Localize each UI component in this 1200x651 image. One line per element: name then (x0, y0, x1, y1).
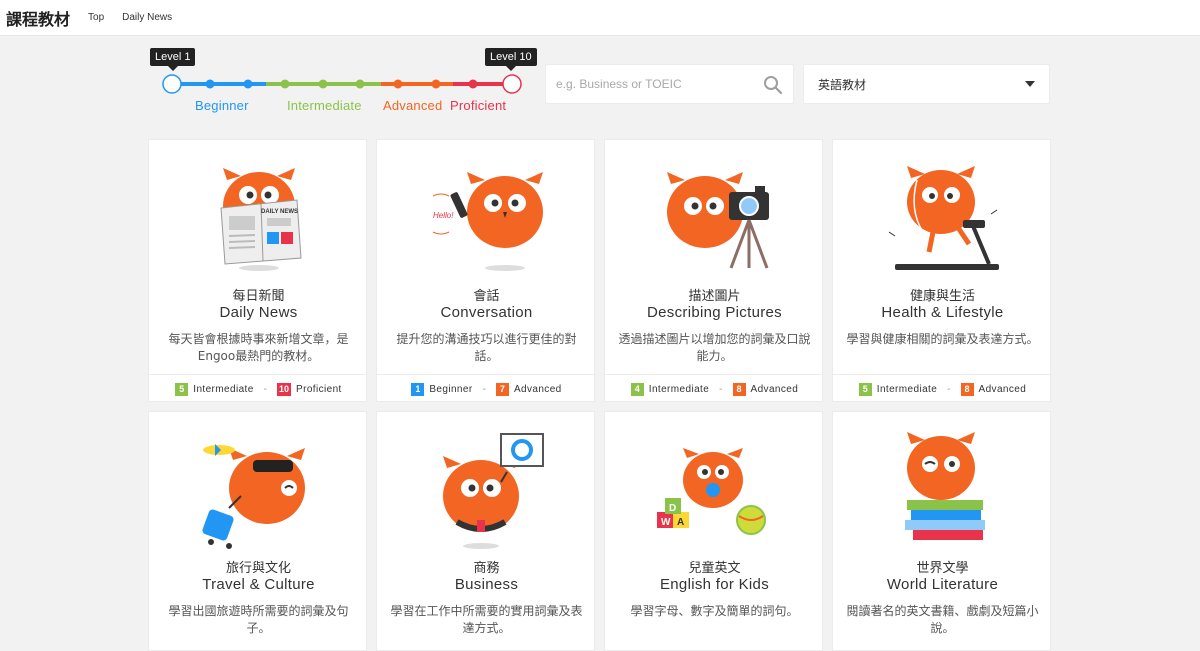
owl-newspaper-illustration: DAILY NEWS (220, 168, 302, 271)
course-description: 提升您的溝通技巧以進行更佳的對話。 (396, 332, 577, 363)
course-title-zh: 健康與生活 (909, 289, 975, 304)
svg-text:DAILY NEWS: DAILY NEWS (261, 209, 298, 215)
course-card-conversation[interactable]: Hello! 會話 Conversation 提升您的溝通技巧以進行更佳的對話。… (376, 139, 596, 403)
level-label: Advanced (513, 383, 562, 395)
course-title-zh: 兒童英文 (688, 561, 741, 576)
owl-phone-illustration: Hello! (432, 172, 543, 271)
language-select-value: 英語教材 (818, 77, 867, 92)
course-title-en: Health & Lifestyle (881, 304, 1004, 321)
course-card-daily-news[interactable]: DAILY NEWS 每日新聞 Daily News 每天皆會根據時事來新增文章… (148, 139, 368, 403)
course-title-en: Describing Pictures (647, 304, 782, 321)
level-badge: 4 (630, 382, 644, 396)
owl-books-illustration (905, 432, 985, 540)
course-title-en: Travel & Culture (202, 576, 315, 593)
course-card-english-for-kids[interactable]: W A D 兒童英文 English for Kids 學習字母、數字及簡單的詞… (604, 411, 823, 651)
course-title-en: Daily News (219, 304, 298, 321)
course-description: 每天皆會根據時事來新增文章，是Engoo最熱門的教材。 (168, 332, 349, 363)
course-card-health-lifestyle[interactable]: 健康與生活 Health & Lifestyle 學習與健康相關的詞彙及表達方式… (832, 139, 1052, 403)
course-card-describing-pictures[interactable]: 描述圖片 Describing Pictures 透過描述圖片以增加您的詞彙及口… (604, 139, 824, 403)
owl-camera-illustration (667, 172, 769, 269)
course-level-range: 1 Beginner - 7 Advanced (377, 374, 596, 403)
course-level-range: 4 Intermediate - 8 Advanced (605, 374, 824, 403)
level-badge: 1 (411, 382, 425, 396)
course-title-en: World Literature (886, 576, 999, 593)
stage-label-advanced: Advanced (383, 98, 443, 113)
chevron-down-icon (1025, 81, 1035, 87)
course-title-en: Business (454, 576, 519, 593)
course-level-range: 5 Intermediate - 8 Advanced (833, 374, 1052, 403)
course-card-business[interactable]: 商務 Business 學習在工作中所需要的實用詞彙及表達方式。 (376, 411, 595, 651)
owl-business-illustration (443, 433, 544, 549)
course-title-zh: 會話 (473, 289, 500, 304)
course-card-travel-culture[interactable]: 旅行與文化 Travel & Culture 學習出國旅遊時所需要的詞彙及句子。 (148, 411, 367, 651)
hello-text: Hello! (433, 211, 454, 220)
level-range-slider[interactable]: Level 1 Level 10 Beginner Intermediate A… (148, 44, 537, 124)
course-description: 學習與健康相關的詞彙及表達方式。 (846, 332, 1039, 346)
level-label: Intermediate (876, 383, 938, 395)
top-bar: 課程教材 Top Daily News (0, 0, 1200, 36)
level-badge: 8 (732, 382, 746, 396)
search-input[interactable] (546, 77, 756, 91)
svg-text:D: D (669, 503, 676, 514)
course-title-zh: 旅行與文化 (225, 561, 291, 576)
level-label: Proficient (296, 383, 342, 395)
breadcrumb-top[interactable]: Top (88, 12, 104, 23)
max-level-handle (502, 74, 522, 94)
level-label: Advanced (750, 383, 799, 395)
course-title-en: Conversation (440, 304, 533, 321)
svg-text:W: W (661, 517, 671, 528)
owl-travel-illustration (202, 444, 305, 549)
course-title-zh: 世界文學 (916, 561, 969, 576)
range-separator: - (719, 383, 723, 395)
course-card-world-literature[interactable]: 世界文學 World Literature 閱讀著名的英文書籍、戲劇及短篇小說。 (832, 411, 1051, 651)
search-icon[interactable] (763, 75, 783, 100)
level-badge: 5 (175, 382, 189, 396)
max-level-tooltip: Level 10 (485, 48, 537, 71)
level-badge: 10 (277, 382, 292, 396)
course-description: 學習出國旅遊時所需要的詞彙及句子。 (168, 604, 349, 635)
level-badge: 7 (495, 382, 509, 396)
course-description: 學習字母、數字及簡單的詞句。 (630, 604, 799, 618)
level-label: Intermediate (193, 383, 254, 395)
stage-label-proficient: Proficient (450, 98, 507, 113)
svg-text:A: A (677, 517, 684, 528)
range-separator: - (263, 383, 268, 395)
page-title: 課程教材 (6, 9, 71, 29)
breadcrumb-daily-news[interactable]: Daily News (122, 12, 172, 23)
stage-label-beginner: Beginner (195, 98, 249, 113)
level-label: Advanced (978, 383, 1027, 395)
owl-treadmill-illustration (888, 166, 999, 270)
level-label: Beginner (429, 383, 473, 395)
course-title-zh: 描述圖片 (688, 289, 741, 304)
min-level-handle (162, 74, 182, 94)
course-level-range: 5 Intermediate - 10 Proficient (149, 374, 368, 403)
course-title-zh: 每日新聞 (232, 289, 285, 304)
course-title-zh: 商務 (473, 561, 500, 576)
search-box (545, 64, 794, 104)
stage-label-intermediate: Intermediate (287, 98, 362, 113)
min-level-tooltip: Level 1 (150, 48, 196, 71)
level-badge: 8 (960, 382, 974, 396)
course-title-en: English for Kids (659, 576, 770, 593)
course-description: 學習在工作中所需要的實用詞彙及表達方式。 (390, 604, 583, 635)
level-label: Intermediate (648, 383, 710, 395)
range-separator: - (482, 383, 486, 395)
language-select[interactable]: 英語教材 (803, 64, 1050, 104)
course-description: 閱讀著名的英文書籍、戲劇及短篇小說。 (846, 604, 1039, 635)
level-badge: 5 (858, 382, 872, 396)
range-separator: - (947, 383, 951, 395)
course-description: 透過描述圖片以增加您的詞彙及口說能力。 (618, 332, 811, 363)
owl-kids-illustration: W A D (657, 448, 766, 535)
